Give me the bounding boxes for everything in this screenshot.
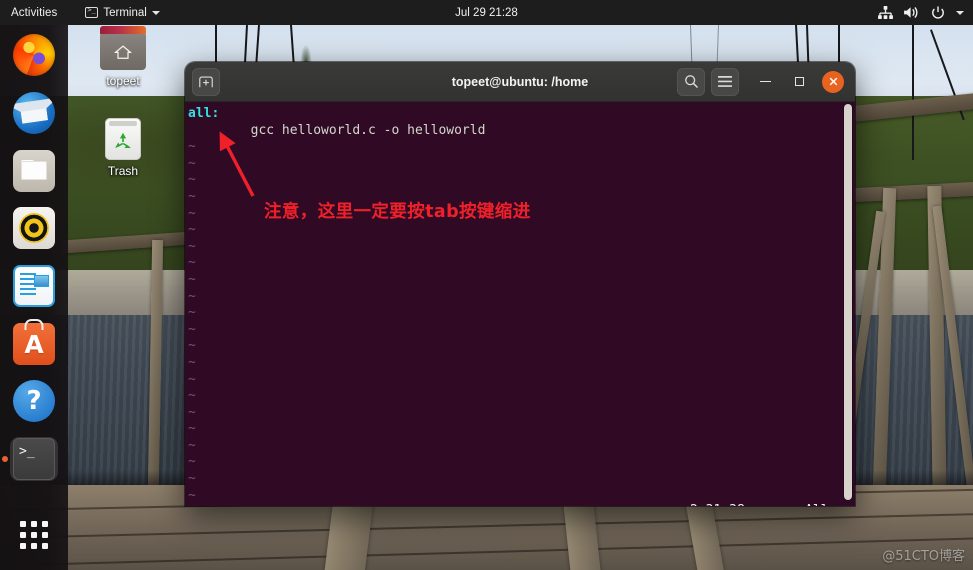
help-glyph: ?: [26, 386, 42, 417]
dock-item-terminal[interactable]: >_: [10, 436, 58, 482]
terminal-scrollbar-thumb[interactable]: [844, 104, 852, 500]
maximize-button[interactable]: [785, 68, 813, 96]
minimize-icon: [759, 80, 771, 83]
folder-icon: [13, 149, 55, 192]
close-button[interactable]: [819, 68, 847, 96]
bridge-cable: [912, 25, 915, 160]
trash-icon: [105, 118, 141, 160]
vim-editor-content[interactable]: all: gcc helloworld.c -o helloworld ~ ~ …: [185, 102, 855, 504]
dock-item-firefox[interactable]: [10, 33, 58, 78]
terminal-icon: [85, 6, 99, 18]
makefile-command-line: gcc helloworld.c -o helloworld: [188, 122, 486, 138]
terminal-scrollbar[interactable]: [844, 102, 852, 506]
software-store-letter: A: [24, 330, 44, 360]
desktop-icon-trash[interactable]: Trash: [87, 118, 159, 178]
activities-button[interactable]: Activities: [0, 7, 67, 19]
search-icon: [684, 75, 698, 89]
network-wired-icon[interactable]: [878, 6, 893, 19]
terminal-icon: >_: [13, 438, 55, 481]
desktop-icon-label: topeet: [106, 74, 140, 88]
show-applications-button[interactable]: [10, 512, 58, 557]
terminal-prompt-glyph: >_: [19, 444, 35, 460]
desktop-icon-label: Trash: [107, 164, 139, 178]
music-icon: [13, 207, 55, 250]
terminal-body[interactable]: all: gcc helloworld.c -o helloworld ~ ~ …: [185, 102, 855, 506]
app-grid-icon: [20, 520, 48, 549]
system-tray[interactable]: [878, 5, 964, 20]
document-icon: [13, 265, 55, 308]
home-folder-icon: [100, 26, 146, 70]
new-tab-button[interactable]: [192, 67, 220, 96]
vim-cursor-position: 2,31-38: [690, 503, 745, 506]
maximize-icon: [794, 77, 804, 86]
makefile-target-line: all:: [188, 106, 220, 121]
search-button[interactable]: [677, 67, 705, 96]
terminal-window: topeet@ubuntu: /home all: gcc helloworld…: [185, 62, 855, 506]
watermark: @51CTO博客: [882, 549, 965, 564]
close-icon: [822, 70, 844, 93]
terminal-titlebar[interactable]: topeet@ubuntu: /home: [185, 62, 855, 102]
vim-empty-line-markers: ~ ~ ~ ~ ~ ~ ~ ~ ~ ~ ~ ~ ~ ~ ~ ~ ~ ~ ~ ~ …: [188, 139, 196, 503]
menu-button[interactable]: [711, 67, 739, 96]
top-bar: Activities Terminal Jul 29 21:28: [0, 0, 973, 25]
app-menu-terminal[interactable]: Terminal: [77, 6, 167, 19]
dock-item-help[interactable]: ?: [10, 379, 58, 424]
hamburger-menu-icon: [718, 76, 732, 87]
app-menu-label: Terminal: [103, 6, 147, 19]
help-question-icon: ?: [13, 380, 55, 423]
dock-item-files[interactable]: [10, 148, 58, 193]
desktop: Activities Terminal Jul 29 21:28: [0, 0, 973, 570]
chevron-down-icon: [151, 10, 160, 15]
firefox-icon: [13, 34, 55, 77]
desktop-icon-home-folder[interactable]: topeet: [87, 26, 159, 88]
volume-icon[interactable]: [904, 6, 920, 19]
chevron-down-icon[interactable]: [956, 10, 964, 15]
power-icon[interactable]: [931, 5, 945, 20]
titlebar-controls: [677, 67, 847, 96]
minimize-button[interactable]: [751, 68, 779, 96]
dock-item-libreoffice-writer[interactable]: [10, 264, 58, 309]
software-store-icon: A: [13, 322, 55, 365]
mail-icon: [13, 92, 55, 134]
dock-item-rhythmbox[interactable]: [10, 206, 58, 251]
dock: A ? >_: [0, 25, 68, 570]
new-tab-icon: [199, 76, 213, 88]
dock-item-thunderbird[interactable]: [10, 91, 58, 136]
recycle-glyph: [115, 132, 131, 148]
dock-item-ubuntu-software[interactable]: A: [10, 321, 58, 366]
vim-scroll-indicator: All: [805, 503, 828, 506]
house-glyph: [114, 45, 132, 59]
